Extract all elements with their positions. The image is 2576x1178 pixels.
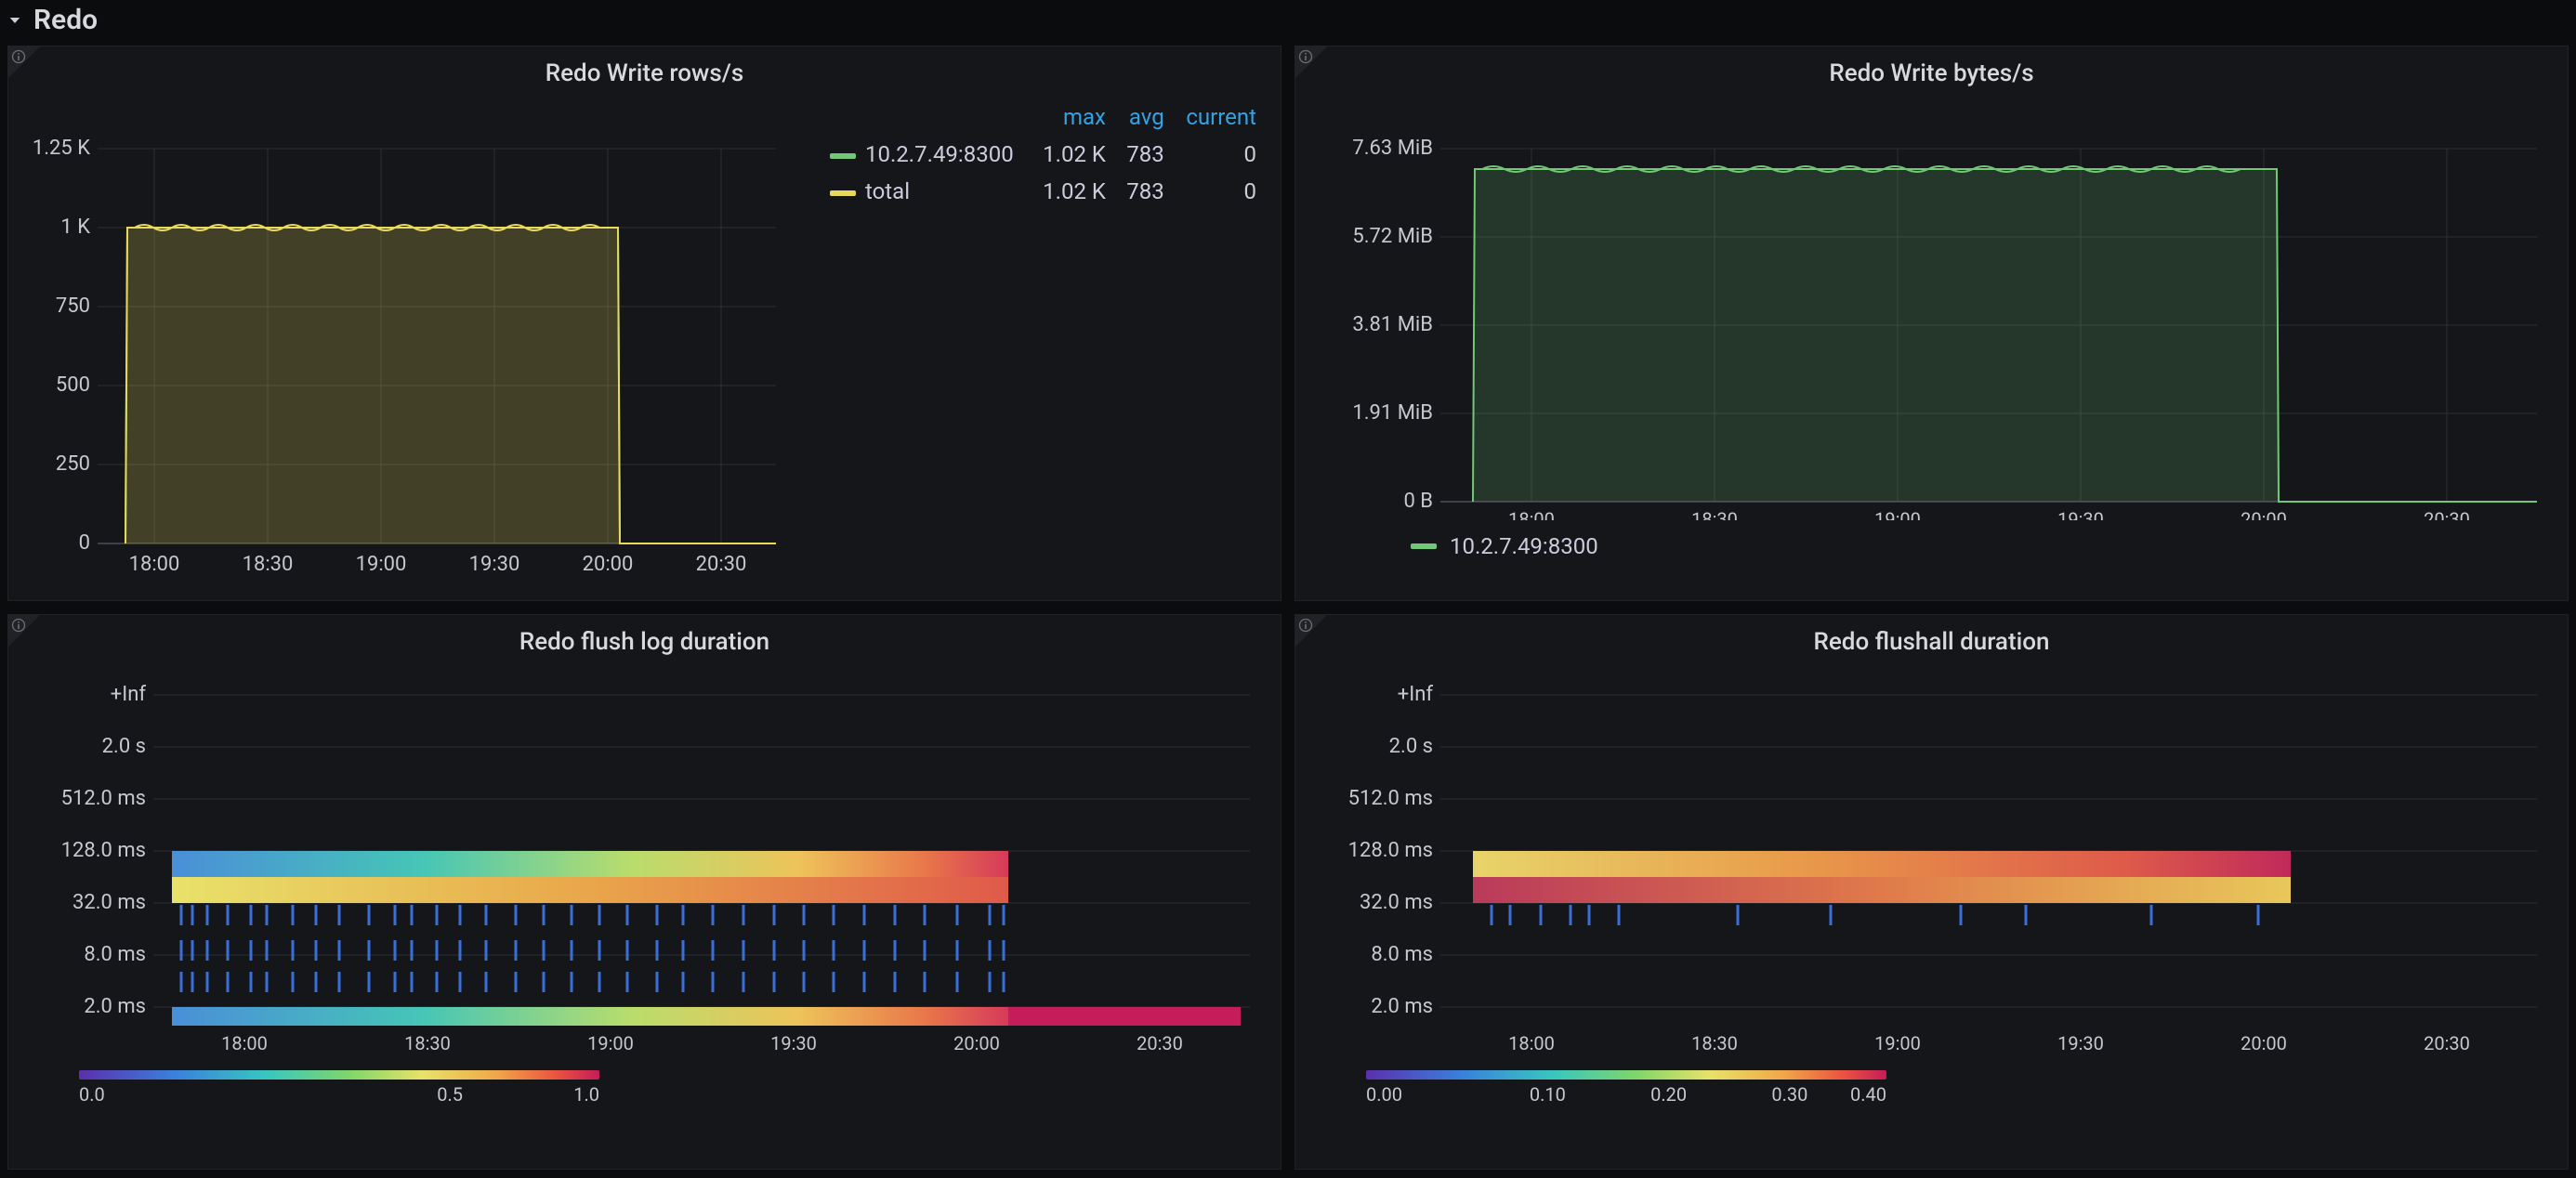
svg-text:19:30: 19:30 (2057, 1032, 2104, 1054)
info-icon (11, 49, 26, 64)
legend-swatch (830, 153, 856, 159)
section-title: Redo (33, 4, 98, 36)
svg-text:1.91 MiB: 1.91 MiB (1352, 401, 1433, 425)
svg-text:+Inf: +Inf (111, 683, 147, 706)
legend-row[interactable]: total 1.02 K 783 0 (821, 173, 1266, 210)
svg-text:32.0 ms: 32.0 ms (1360, 891, 1433, 914)
info-icon (1298, 49, 1313, 64)
svg-text:19:30: 19:30 (770, 1032, 817, 1054)
svg-text:2.0 ms: 2.0 ms (1371, 995, 1433, 1018)
svg-text:1 K: 1 K (60, 216, 90, 239)
chart-redo-write-rows[interactable]: 1.25 K 1 K 750 500 250 0 18:00 18:30 19:… (23, 93, 795, 576)
legend-label: total (865, 178, 910, 204)
legend-row[interactable]: 10.2.7.49:8300 1.02 K 783 0 (821, 136, 1266, 173)
svg-text:18:00: 18:00 (1508, 508, 1555, 520)
svg-text:18:30: 18:30 (1691, 508, 1738, 520)
panel-redo-write-bytes[interactable]: Redo Write bytes/s 7.63 MiB 5.72 MiB (1295, 46, 2569, 601)
info-icon (1298, 618, 1313, 633)
svg-text:20:30: 20:30 (2424, 1032, 2470, 1054)
svg-text:32.0 ms: 32.0 ms (72, 891, 146, 914)
svg-text:3.81 MiB: 3.81 MiB (1352, 313, 1433, 336)
svg-text:19:00: 19:00 (356, 553, 407, 576)
panel-menu-corner[interactable] (1295, 615, 1338, 648)
panel-title: Redo Write rows/s (8, 46, 1281, 93)
svg-text:250: 250 (56, 452, 90, 476)
svg-text:0: 0 (79, 531, 90, 555)
svg-text:18:00: 18:00 (1508, 1032, 1555, 1054)
svg-text:20:00: 20:00 (2241, 1032, 2287, 1054)
svg-text:20:30: 20:30 (1137, 1032, 1183, 1054)
svg-text:18:00: 18:00 (129, 553, 180, 576)
chart-redo-flushall-duration[interactable]: +Inf 2.0 s 512.0 ms 128.0 ms 32.0 ms 8.0… (1310, 661, 2546, 1061)
svg-text:20:30: 20:30 (696, 553, 747, 576)
svg-text:18:30: 18:30 (243, 553, 294, 576)
svg-text:19:30: 19:30 (2057, 508, 2104, 520)
svg-text:19:00: 19:00 (1874, 1032, 1921, 1054)
svg-text:0 B: 0 B (1403, 490, 1433, 513)
panel-title: Redo flushall duration (1295, 615, 2568, 661)
legend-col-avg[interactable]: avg (1115, 98, 1174, 136)
svg-text:18:30: 18:30 (1691, 1032, 1738, 1054)
legend-col-current[interactable]: current (1174, 98, 1266, 136)
panel-redo-flush-log-duration[interactable]: Redo flush log duration (7, 614, 1281, 1170)
legend-swatch (1411, 543, 1437, 549)
svg-text:500: 500 (56, 373, 90, 397)
info-icon (11, 618, 26, 633)
panel-menu-corner[interactable] (8, 46, 51, 80)
svg-text:20:30: 20:30 (2424, 508, 2470, 520)
svg-text:2.0 s: 2.0 s (1389, 735, 1433, 758)
svg-text:7.63 MiB: 7.63 MiB (1352, 137, 1433, 160)
svg-text:750: 750 (56, 294, 90, 318)
svg-text:128.0 ms: 128.0 ms (1348, 839, 1433, 862)
svg-text:8.0 ms: 8.0 ms (84, 943, 146, 966)
svg-text:20:00: 20:00 (2241, 508, 2287, 520)
chart-redo-write-bytes[interactable]: 7.63 MiB 5.72 MiB 3.81 MiB 1.91 MiB 0 B … (1310, 93, 2546, 520)
legend-label: 10.2.7.49:8300 (1450, 533, 1598, 559)
svg-text:8.0 ms: 8.0 ms (1371, 943, 1433, 966)
chevron-down-icon (7, 12, 24, 29)
svg-text:2.0 ms: 2.0 ms (84, 995, 146, 1018)
svg-text:512.0 ms: 512.0 ms (61, 787, 146, 810)
panel-redo-write-rows[interactable]: Redo Write rows/s 1.25 (7, 46, 1281, 601)
svg-text:+Inf: +Inf (1398, 683, 1434, 706)
panel-redo-flushall-duration[interactable]: Redo flushall duration (1295, 614, 2569, 1170)
color-scale: 0.00 0.10 0.20 0.30 0.40 (1310, 1067, 2553, 1106)
svg-text:2.0 s: 2.0 s (102, 735, 146, 758)
svg-text:5.72 MiB: 5.72 MiB (1352, 225, 1433, 248)
svg-text:18:00: 18:00 (221, 1032, 268, 1054)
panel-menu-corner[interactable] (8, 615, 51, 648)
svg-text:19:00: 19:00 (587, 1032, 634, 1054)
svg-text:20:00: 20:00 (583, 553, 634, 576)
panel-title: Redo flush log duration (8, 615, 1281, 661)
svg-text:18:30: 18:30 (404, 1032, 451, 1054)
panel-menu-corner[interactable] (1295, 46, 1338, 80)
color-scale: 0.0 0.5 1.0 (23, 1067, 1266, 1106)
svg-text:512.0 ms: 512.0 ms (1348, 787, 1433, 810)
legend-table[interactable]: max avg current 10.2.7.49:8300 1.02 K 78… (795, 93, 1266, 576)
svg-text:19:00: 19:00 (1874, 508, 1921, 520)
svg-text:128.0 ms: 128.0 ms (61, 839, 146, 862)
section-header[interactable]: Redo (0, 0, 2576, 46)
legend-col-max[interactable]: max (1031, 98, 1115, 136)
chart-redo-flush-log-duration[interactable]: +Inf 2.0 s 512.0 ms 128.0 ms 32.0 ms 8.0… (23, 661, 1259, 1061)
legend-swatch (830, 190, 856, 196)
legend-label: 10.2.7.49:8300 (865, 141, 1014, 167)
svg-text:19:30: 19:30 (469, 553, 520, 576)
svg-text:1.25 K: 1.25 K (33, 137, 90, 160)
svg-text:20:00: 20:00 (953, 1032, 1000, 1054)
panel-title: Redo Write bytes/s (1295, 46, 2568, 93)
legend-row[interactable]: 10.2.7.49:8300 (1310, 526, 2553, 559)
